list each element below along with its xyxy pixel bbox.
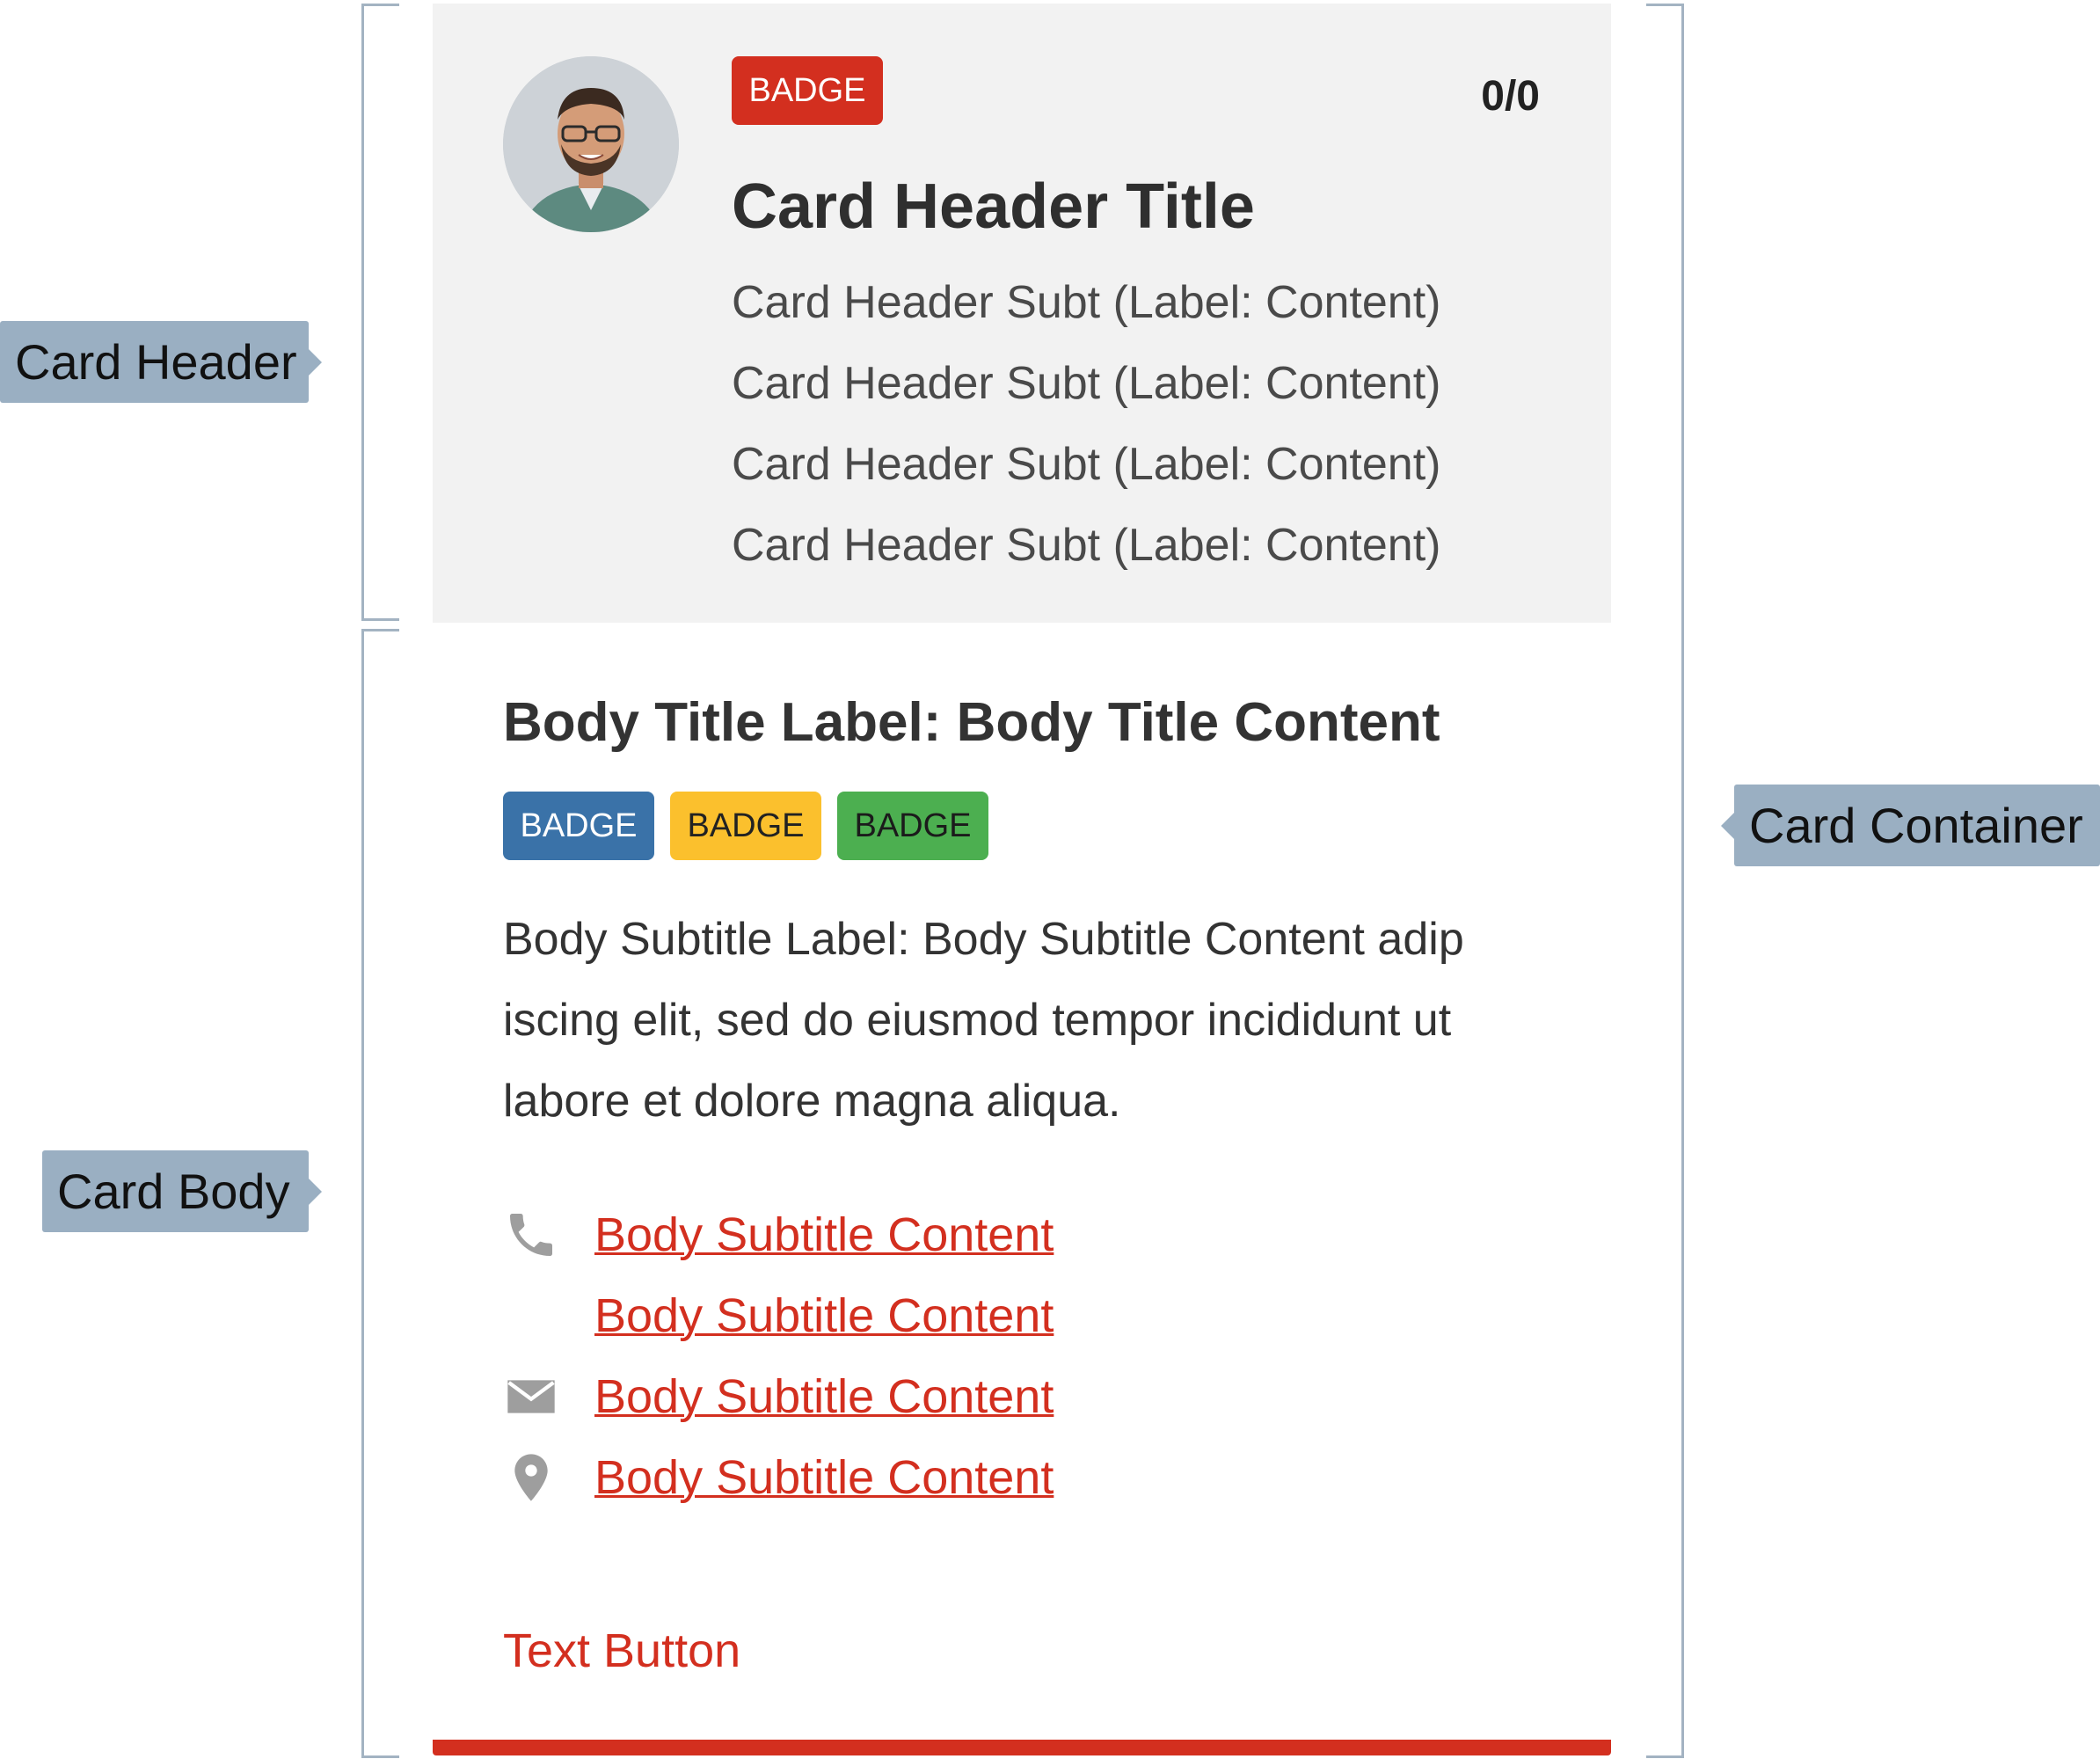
card-body: Body Title Label: Body Title Content BAD… bbox=[433, 623, 1611, 1740]
card-header-bracket bbox=[361, 4, 399, 621]
body-badge-green: BADGE bbox=[837, 792, 988, 860]
contact-link-location[interactable]: Body Subtitle Content bbox=[594, 1451, 1054, 1504]
contact-list: Body Subtitle Content Body Subtitle Cont… bbox=[503, 1194, 1054, 1518]
card-body-annotation: Card Body bbox=[42, 1150, 322, 1232]
body-badge-blue: BADGE bbox=[503, 792, 654, 860]
avatar-image bbox=[503, 56, 679, 232]
body-title: Body Title Label: Body Title Content bbox=[503, 692, 1440, 753]
body-badge-yellow: BADGE bbox=[670, 792, 821, 860]
header-badge: BADGE bbox=[732, 56, 883, 125]
card-container-annotation: Card Container bbox=[1721, 785, 2100, 866]
card-container-bracket bbox=[1646, 4, 1684, 1758]
contact-item-email: Body Subtitle Content bbox=[503, 1356, 1054, 1437]
body-badges: BADGE BADGE BADGE bbox=[503, 792, 1004, 860]
card-header-subtitle: Card Header Subt (Label: Content) bbox=[732, 277, 1441, 328]
item-counter: 0/0 bbox=[1481, 73, 1540, 120]
card-container: BADGE 0/0 Card Header Title Card Header … bbox=[433, 4, 1611, 1755]
card-header-subtitles: Card Header Subt (Label: Content) Card H… bbox=[732, 262, 1440, 586]
card-header-subtitle: Card Header Subt (Label: Content) bbox=[732, 520, 1441, 571]
contact-item-phone: Body Subtitle Content bbox=[503, 1194, 1054, 1275]
avatar bbox=[503, 56, 679, 232]
mail-icon bbox=[507, 1380, 555, 1413]
card-header: BADGE 0/0 Card Header Title Card Header … bbox=[433, 4, 1611, 623]
contact-link-phone[interactable]: Body Subtitle Content bbox=[594, 1208, 1054, 1261]
contact-link-email[interactable]: Body Subtitle Content bbox=[594, 1370, 1054, 1423]
contact-item-location: Body Subtitle Content bbox=[503, 1437, 1054, 1518]
location-pin-icon bbox=[514, 1454, 548, 1501]
text-button[interactable]: Text Button bbox=[503, 1624, 740, 1678]
card-header-subtitle: Card Header Subt (Label: Content) bbox=[732, 358, 1441, 409]
card-header-subtitle: Card Header Subt (Label: Content) bbox=[732, 439, 1441, 490]
card-body-bracket bbox=[361, 629, 399, 1758]
card-accent-bar bbox=[433, 1740, 1611, 1755]
card-header-annotation: Card Header bbox=[0, 321, 322, 403]
phone-icon bbox=[510, 1214, 552, 1256]
body-subtitle-paragraph: Body Subtitle Label: Body Subtitle Conte… bbox=[503, 914, 1464, 1127]
card-header-title: Card Header Title bbox=[732, 172, 1255, 242]
contact-item-phone-secondary: Body Subtitle Content bbox=[503, 1275, 1054, 1356]
contact-link-phone-secondary[interactable]: Body Subtitle Content bbox=[594, 1289, 1054, 1342]
